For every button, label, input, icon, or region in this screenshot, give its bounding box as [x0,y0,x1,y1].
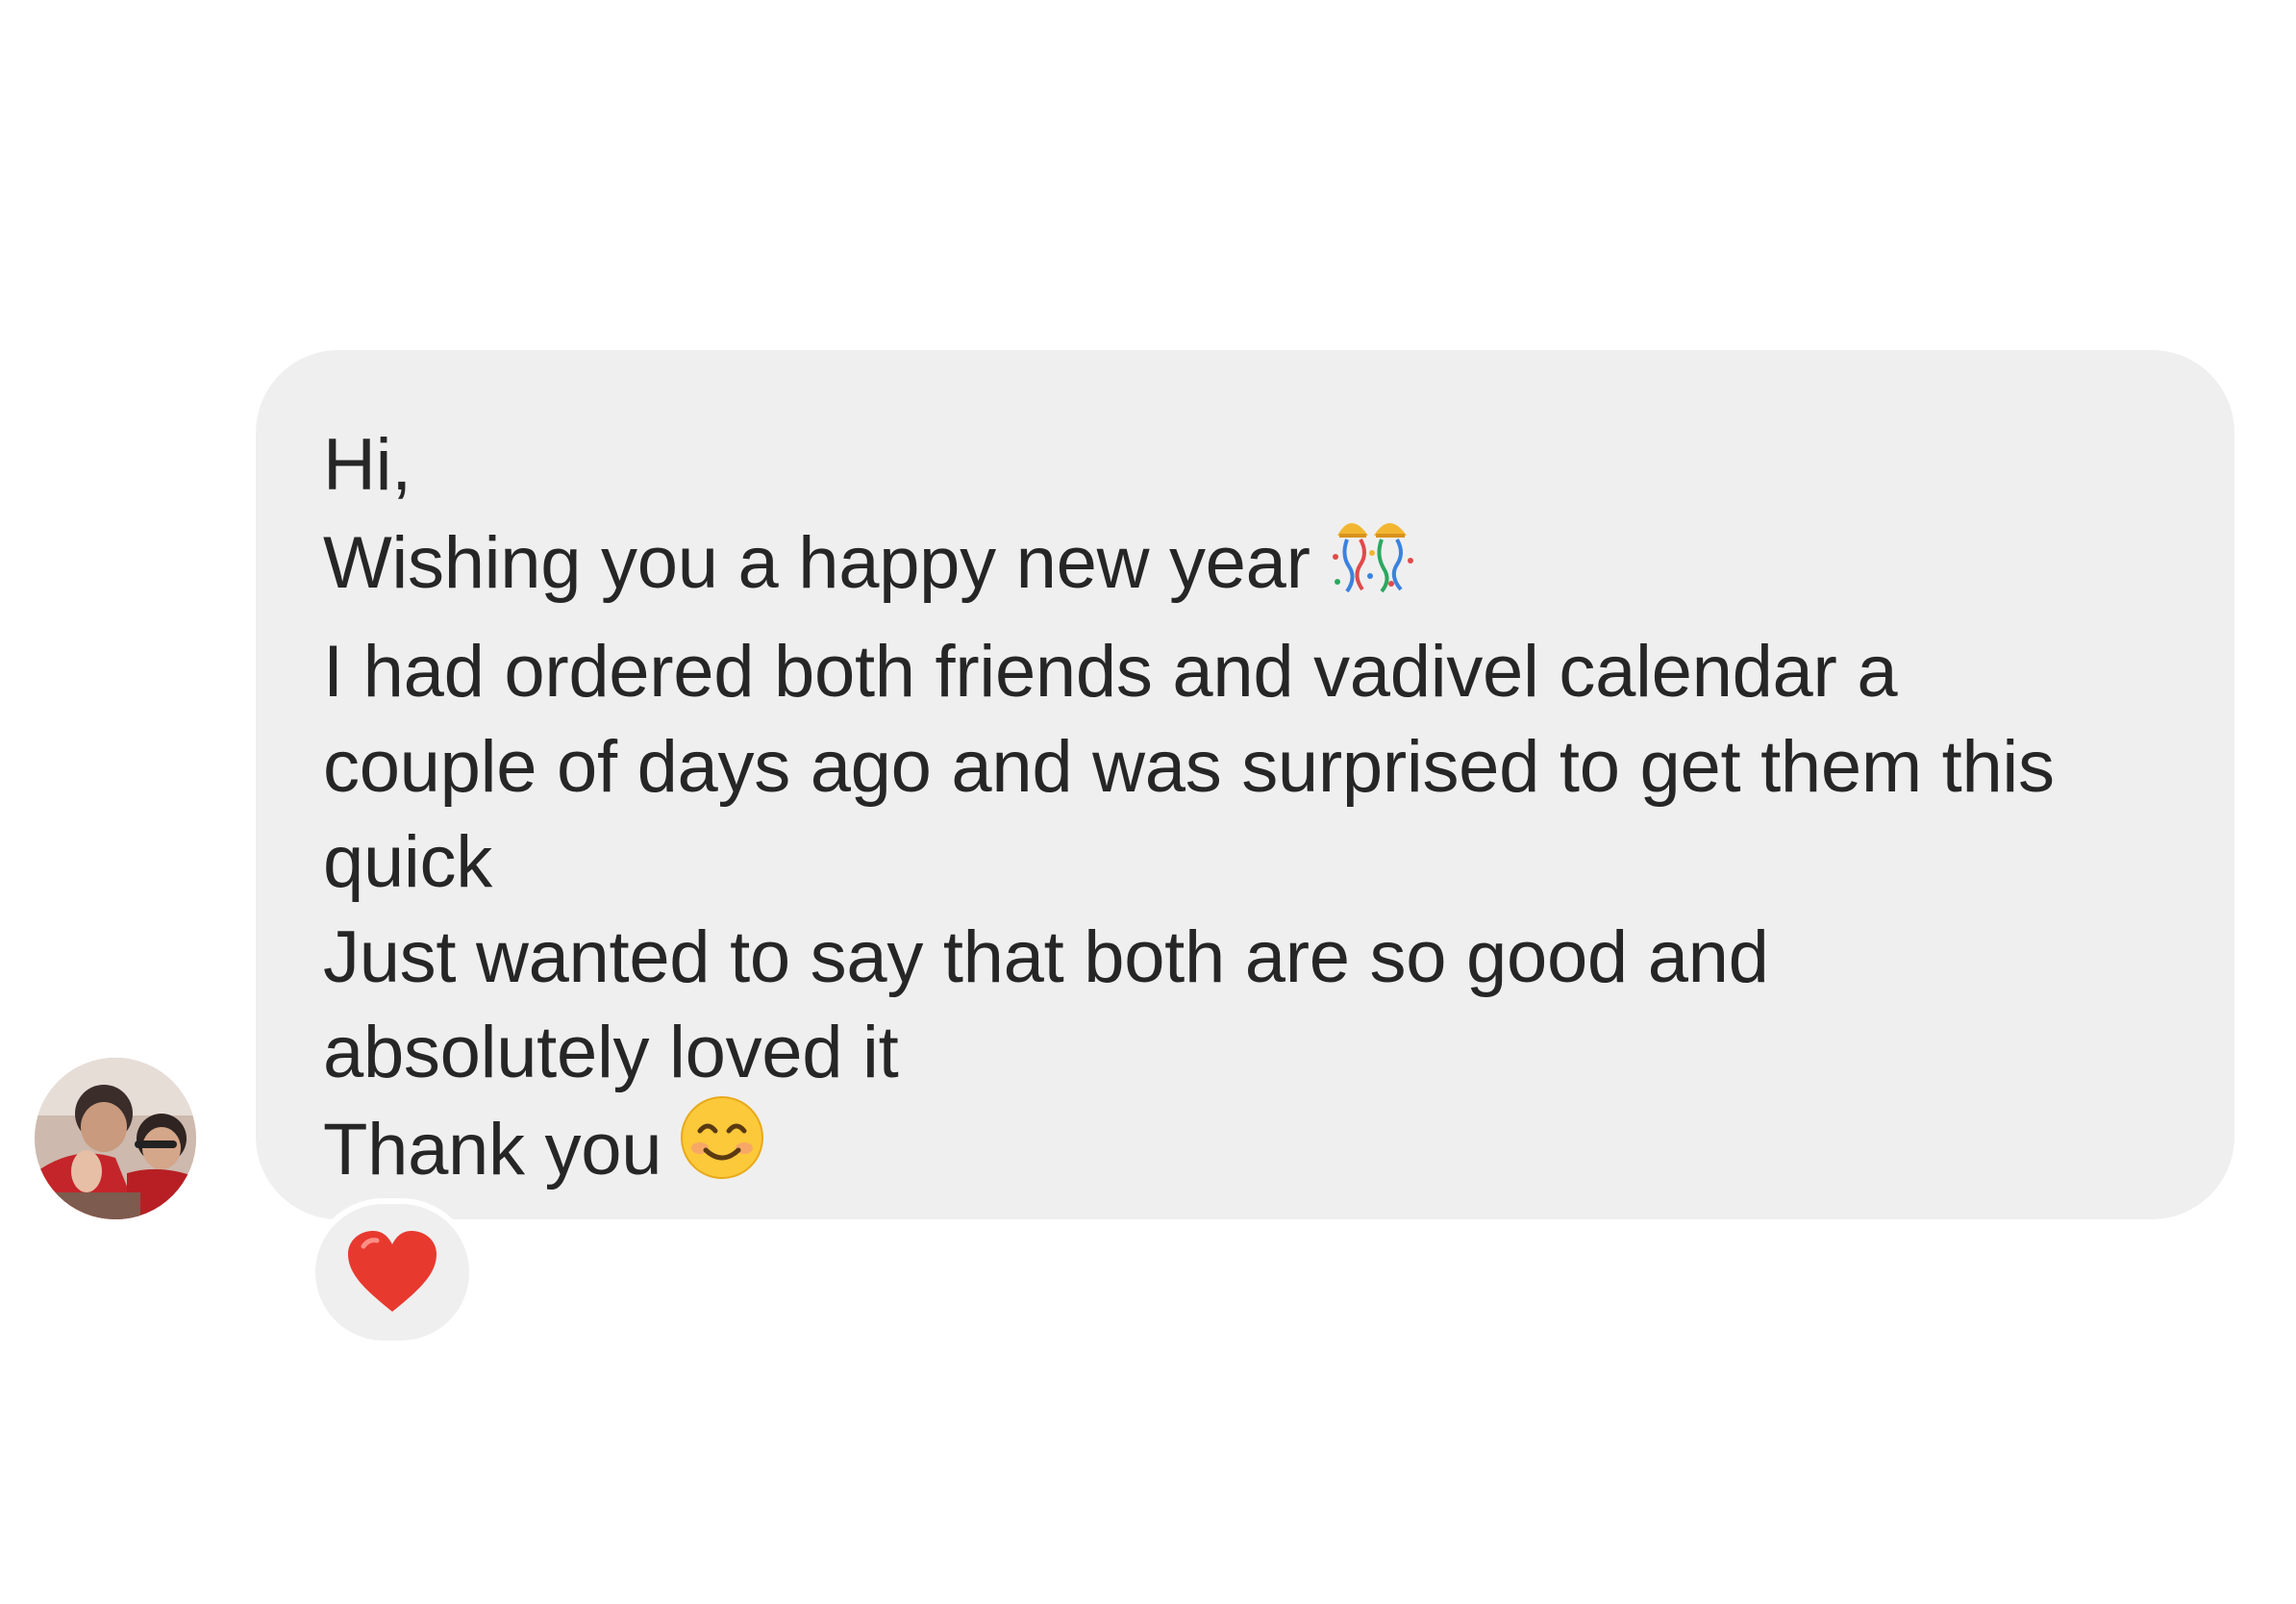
message-line: couple of days ago and was surprised to … [323,726,2055,808]
message-line: quick [323,821,492,903]
message-line-with-emoji: Thank you [323,1096,2196,1210]
message-line: absolutely loved it [323,1012,899,1093]
avatar-photo [35,1058,196,1219]
message-bubble[interactable]: Hi, Wishing you a happy new year I had o… [256,350,2234,1219]
message-thread: Hi, Wishing you a happy new year I had o… [0,0,2296,1604]
message-line: Thank you [323,1109,662,1191]
heart-reaction[interactable] [310,1198,475,1346]
smiling-face-icon [679,1094,765,1204]
sender-avatar[interactable] [35,1058,196,1219]
message-line: Just wanted to say that both are so good… [323,916,1769,998]
message-line: Hi, [323,424,412,506]
confetti-ball-icon [1328,507,1416,618]
red-heart-icon [348,1231,437,1312]
message-line: Wishing you a happy new year [323,522,1310,605]
message-line-with-emoji: Wishing you a happy new year [323,513,2196,624]
message-line: I had ordered both friends and vadivel c… [323,631,1898,713]
